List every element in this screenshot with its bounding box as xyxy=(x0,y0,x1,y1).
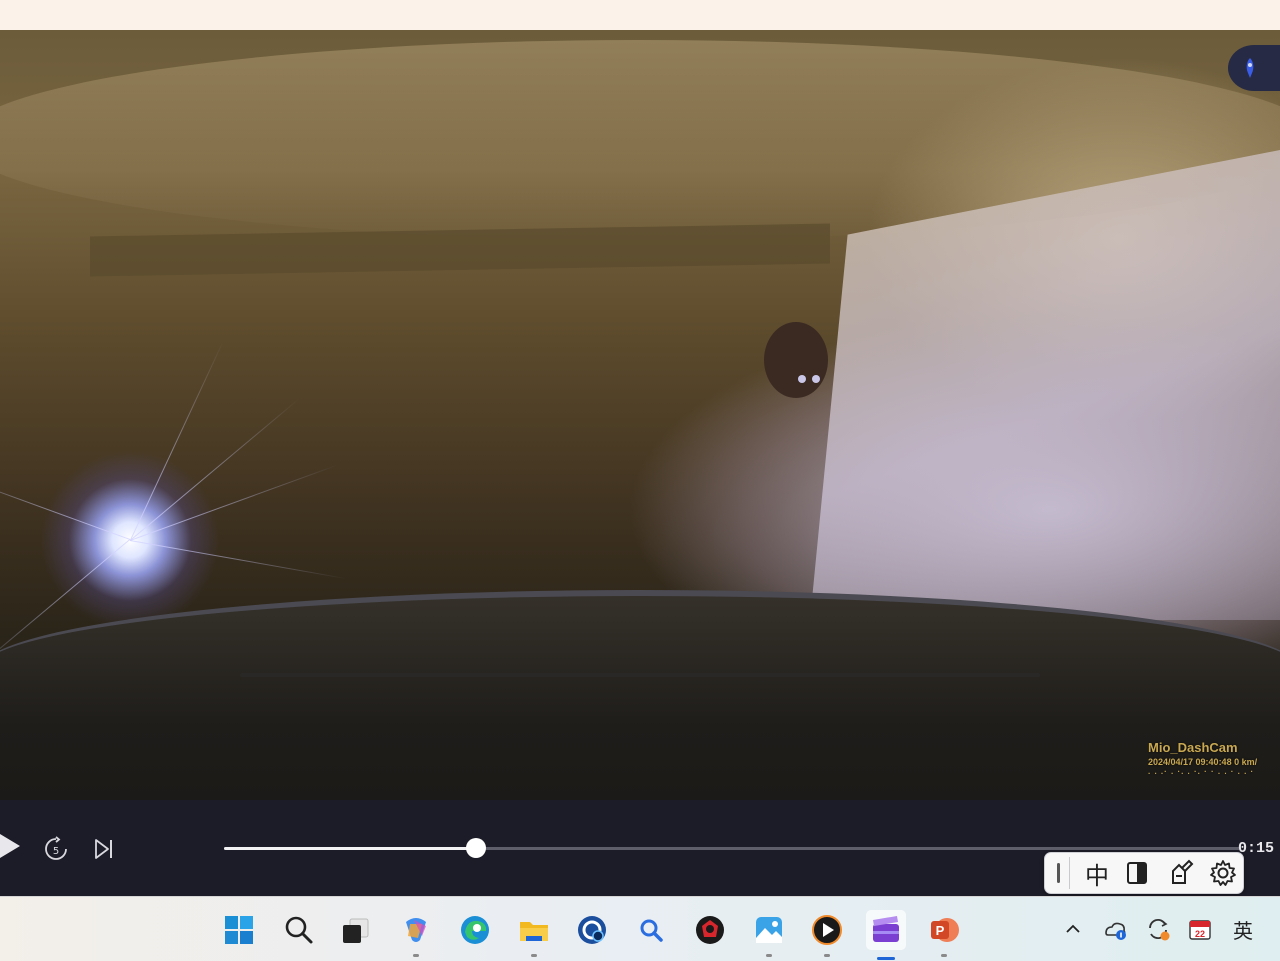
seek-bar[interactable] xyxy=(224,838,1240,858)
windows-start-icon[interactable] xyxy=(222,913,256,947)
taskbar: P 22 英 xyxy=(0,896,1280,961)
lamp-light xyxy=(812,375,820,383)
ime-mode-button[interactable]: 中 xyxy=(1081,857,1113,890)
task-view-icon[interactable] xyxy=(339,913,373,947)
chevron-up-icon[interactable] xyxy=(1059,915,1087,943)
clipchamp-icon[interactable] xyxy=(866,910,906,960)
elapsed-time: 0:15 xyxy=(1238,840,1275,857)
calendar-day: 22 xyxy=(1195,929,1205,939)
copilot-icon[interactable] xyxy=(399,913,433,957)
sync-icon[interactable] xyxy=(1144,915,1172,943)
half-full-width-icon[interactable] xyxy=(1121,857,1153,889)
running-indicator xyxy=(413,954,419,957)
dashcam-overlay: Mio_DashCam 2024/04/17 09:40:48 0 km/ . … xyxy=(1148,740,1280,788)
dashcam-gps-dots: . . .· . ·. . ·. · · . . · . . · xyxy=(1148,767,1255,776)
ime-separator xyxy=(1069,857,1070,889)
red-app-icon[interactable] xyxy=(693,913,727,947)
edge-icon[interactable] xyxy=(458,913,492,947)
video-lamp xyxy=(764,322,828,398)
running-indicator xyxy=(531,954,537,957)
skip-forward-5-icon[interactable]: 5 xyxy=(43,836,69,862)
skip-seconds-label: 5 xyxy=(53,846,59,857)
everything-search-icon[interactable] xyxy=(634,913,668,947)
running-indicator xyxy=(766,954,772,957)
video-hood-line xyxy=(240,673,1040,677)
rocket-icon xyxy=(1246,58,1254,78)
video-beam xyxy=(90,223,830,277)
svg-text:P: P xyxy=(936,923,945,938)
seek-bar-progress xyxy=(224,847,476,850)
running-indicator xyxy=(824,954,830,957)
video-frame[interactable]: Mio_DashCam 2024/04/17 09:40:48 0 km/ . … xyxy=(0,30,1280,800)
input-language-indicator[interactable]: 英 xyxy=(1229,915,1257,943)
dashcam-title: Mio_DashCam xyxy=(1148,740,1238,755)
play-icon[interactable] xyxy=(0,834,20,858)
ime-toolkit-icon[interactable] xyxy=(1165,857,1197,889)
photos-icon[interactable] xyxy=(752,913,786,957)
media-player-icon[interactable] xyxy=(810,913,844,957)
window-top-bar xyxy=(0,0,1280,30)
next-track-icon[interactable] xyxy=(91,836,117,862)
lamp-light xyxy=(798,375,806,383)
ime-toolbar: 中 xyxy=(1044,852,1244,894)
calendar-icon[interactable]: 22 xyxy=(1186,915,1214,943)
onedrive-icon[interactable] xyxy=(1101,915,1129,943)
file-explorer-icon[interactable] xyxy=(517,913,551,957)
running-indicator xyxy=(941,954,947,957)
gear-icon[interactable] xyxy=(1207,857,1239,889)
search-icon[interactable] xyxy=(282,913,316,947)
powerpoint-icon[interactable]: P xyxy=(927,913,961,957)
seek-bar-thumb[interactable] xyxy=(465,838,486,858)
cortana-icon[interactable] xyxy=(575,913,609,947)
ime-grip-icon[interactable] xyxy=(1057,863,1060,883)
video-hood xyxy=(0,590,1280,800)
